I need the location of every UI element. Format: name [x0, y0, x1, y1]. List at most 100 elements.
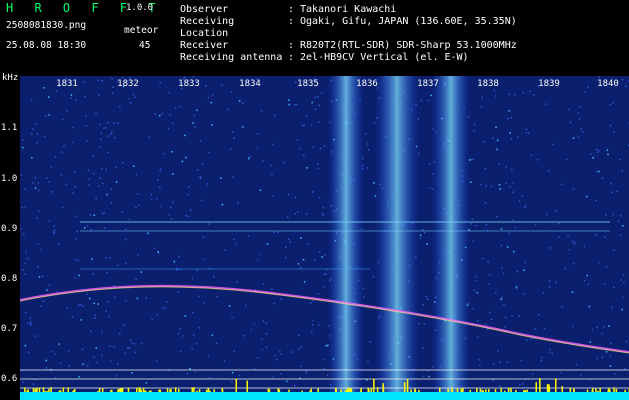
noise-speck [494, 95, 497, 97]
x-tick-label: 1835 [297, 79, 319, 89]
noise-speck [510, 117, 512, 119]
noise-speck [211, 334, 214, 337]
noise-speck [368, 148, 370, 151]
noise-speck [504, 326, 506, 328]
noise-speck [253, 323, 255, 326]
burst-mark [67, 387, 69, 392]
burst-mark [62, 387, 65, 392]
noise-speck [45, 367, 48, 369]
noise-speck [161, 112, 163, 115]
noise-speck [596, 326, 598, 328]
noise-speck [113, 284, 115, 287]
noise-speck [148, 136, 151, 139]
noise-speck [45, 177, 48, 179]
noise-speck [78, 376, 80, 378]
noise-speck [322, 285, 325, 288]
noise-speck [32, 128, 34, 130]
burst-mark [573, 388, 575, 392]
noise-speck [572, 263, 575, 265]
noise-speck [72, 192, 74, 194]
noise-speck [108, 315, 110, 318]
noise-speck [111, 77, 113, 80]
noise-speck [101, 330, 103, 333]
noise-speck [514, 93, 516, 96]
noise-speck [429, 163, 431, 166]
burst-mark [367, 387, 369, 392]
info-row-antenna: Receiving antenna:2el-HB9CV Vertical (el… [180, 52, 469, 63]
noise-speck [325, 273, 327, 275]
noise-speck [171, 151, 173, 153]
noise-speck [60, 174, 63, 176]
noise-speck [198, 327, 200, 329]
noise-speck [117, 122, 119, 125]
noise-speck [622, 296, 624, 299]
noise-speck [500, 298, 502, 300]
noise-speck [95, 347, 97, 349]
noise-speck [192, 122, 194, 124]
noise-speck [367, 361, 369, 363]
noise-speck [472, 158, 474, 160]
noise-speck [299, 267, 302, 269]
noise-speck [481, 96, 483, 99]
noise-speck [477, 358, 480, 361]
noise-speck [610, 342, 612, 345]
noise-speck [216, 296, 218, 298]
noise-speck [91, 258, 93, 260]
noise-speck [476, 336, 479, 339]
noise-speck [160, 168, 162, 170]
noise-speck [112, 86, 114, 88]
noise-speck [84, 95, 86, 98]
noise-speck [579, 106, 582, 108]
noise-speck [485, 185, 487, 187]
noise-speck [545, 103, 547, 105]
noise-speck [193, 114, 196, 117]
noise-speck [45, 114, 47, 117]
noise-speck [572, 188, 575, 190]
burst-mark [500, 388, 502, 392]
noise-speck [619, 234, 622, 237]
noise-speck [97, 79, 99, 81]
noise-speck [569, 121, 572, 124]
noise-speck [265, 346, 268, 348]
noise-speck [82, 363, 84, 365]
noise-speck [31, 133, 33, 135]
noise-speck [37, 243, 40, 245]
noise-speck [538, 314, 540, 316]
burst-mark [48, 388, 50, 392]
noise-speck [215, 342, 218, 344]
noise-speck [524, 206, 526, 209]
noise-speck [621, 170, 623, 172]
noise-speck [186, 193, 189, 196]
noise-speck [528, 132, 530, 135]
noise-speck [549, 247, 552, 249]
noise-speck [321, 212, 324, 215]
noise-speck [168, 214, 171, 216]
noise-speck [151, 318, 153, 320]
noise-speck [612, 101, 614, 104]
noise-speck [480, 183, 482, 186]
meteor-label: meteor [124, 25, 159, 36]
noise-speck [53, 229, 56, 231]
noise-speck [178, 255, 180, 257]
noise-speck [174, 106, 177, 109]
noise-speck [607, 153, 609, 156]
burst-mark [221, 388, 223, 392]
noise-speck [616, 190, 618, 193]
capture-datetime: 25.08.08 18:30 [6, 40, 87, 51]
noise-speck [63, 145, 65, 147]
burst-mark [97, 390, 99, 392]
noise-speck [100, 138, 102, 140]
noise-speck [620, 215, 622, 217]
noise-speck [87, 365, 89, 367]
burst-mark [439, 387, 441, 392]
noise-speck [277, 231, 279, 234]
noise-speck [150, 194, 152, 196]
noise-speck [598, 170, 600, 173]
noise-speck [262, 160, 264, 162]
noise-speck [422, 347, 424, 349]
noise-speck [317, 96, 319, 98]
noise-speck [597, 149, 600, 152]
burst-mark [127, 388, 130, 392]
noise-speck [521, 195, 523, 197]
burst-mark [317, 388, 319, 392]
